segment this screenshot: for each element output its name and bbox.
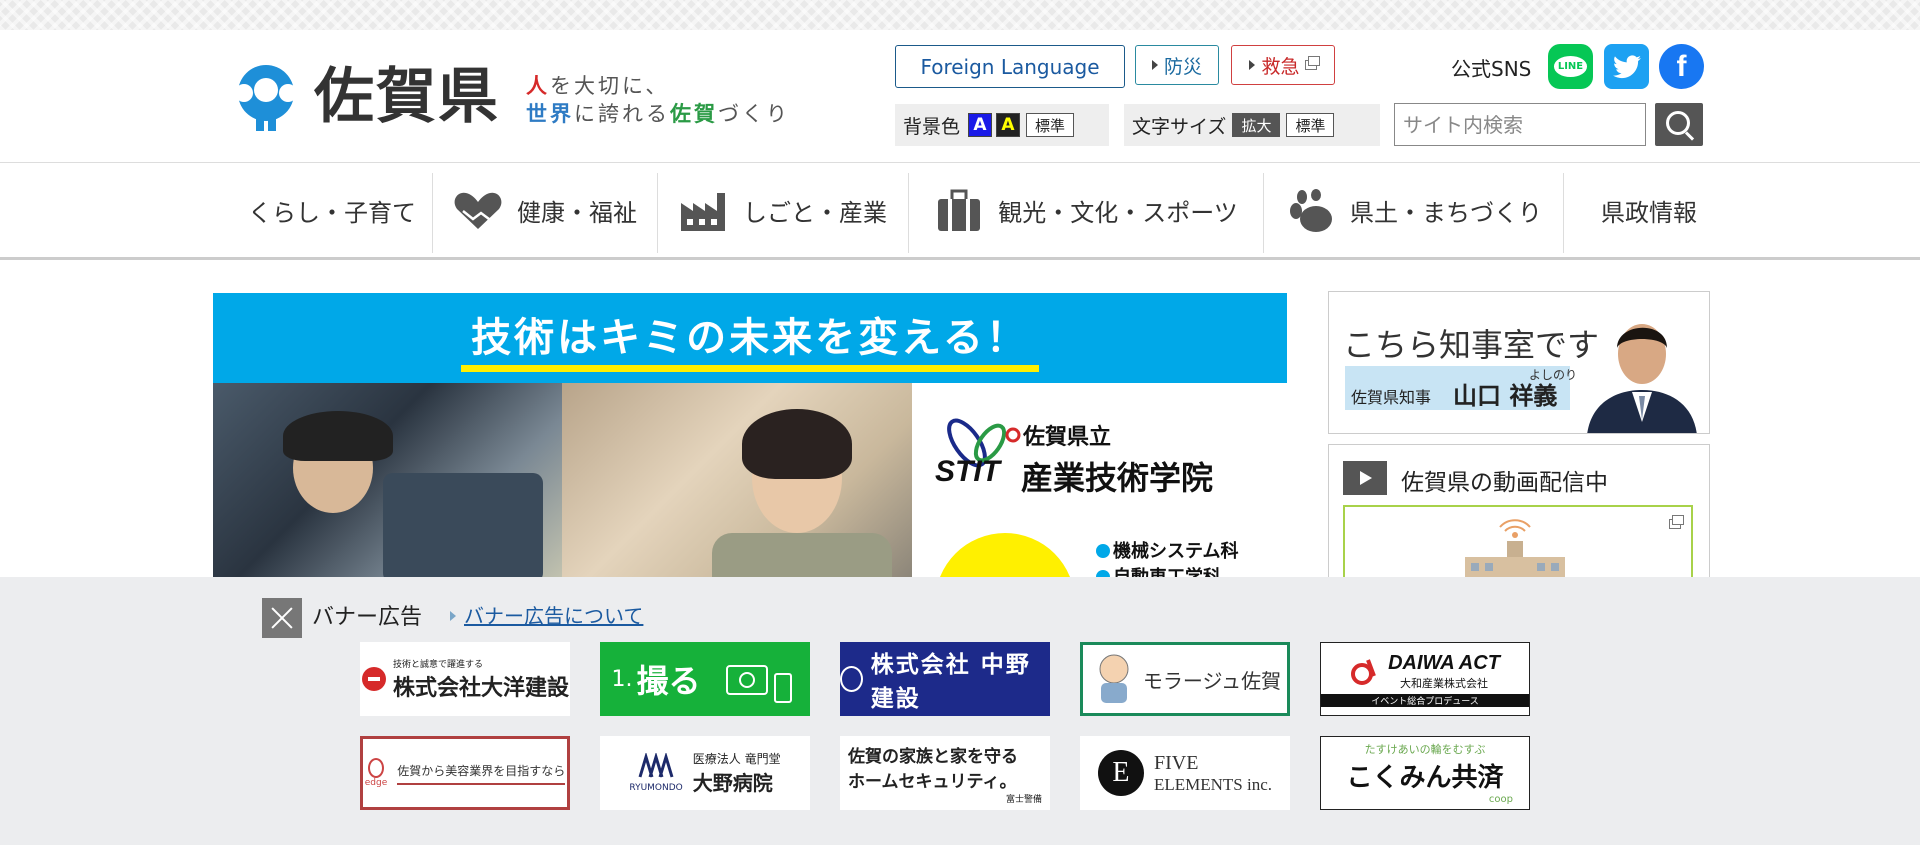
- footprint-icon: [1290, 188, 1332, 232]
- tagline: 人を大切に、 世界に誇れる佐賀づくり: [526, 74, 790, 126]
- daiwa-logo-icon: [1351, 659, 1376, 685]
- twitter-link[interactable]: [1604, 44, 1649, 89]
- edge-logo-icon: [367, 758, 384, 778]
- facebook-icon: f: [1676, 49, 1687, 83]
- ad-banner-mallage[interactable]: モラージュ佐賀: [1080, 642, 1290, 716]
- ad-banner-kokumin-kyosai[interactable]: たすけあいの輪をむすぶ こくみん共済 coop: [1320, 736, 1530, 810]
- top-pattern-strip: [0, 0, 1920, 30]
- ad-banner-taiyo[interactable]: 技術と誠意で躍進する 株式会社大洋建設: [360, 642, 570, 716]
- global-nav: くらし・子育て 健康・福祉 しごと・産業 観光・文化・スポーツ 県土・まちづくり…: [0, 162, 1920, 260]
- nav-item-shigoto[interactable]: しごと・産業: [659, 163, 907, 258]
- governor-card-title: こちら知事室です: [1343, 326, 1600, 364]
- line-link[interactable]: LINE: [1548, 44, 1593, 89]
- bg-standard-button[interactable]: 標準: [1026, 113, 1075, 137]
- facebook-link[interactable]: f: [1659, 44, 1704, 89]
- banner-headline: 技術はキミの未来を変える！: [461, 305, 1039, 372]
- ad-banner-fuji-security[interactable]: 佐賀の家族と家を守る ホームセキュリティ。 富士警備: [840, 736, 1050, 810]
- governor-role: 佐賀県知事: [1351, 388, 1432, 407]
- twitter-bird-icon: [1612, 54, 1641, 78]
- main-banner[interactable]: 技術はキミの未来を変える！ STIT 佐賀県立 産業技術学院 機械システム科 自…: [213, 293, 1287, 578]
- bg-black-option[interactable]: A: [996, 113, 1021, 137]
- foreign-language-button[interactable]: Foreign Language: [895, 45, 1125, 88]
- banner-subtitle: 佐賀県立: [1023, 425, 1112, 450]
- line-icon: LINE: [1553, 56, 1588, 77]
- ad-banner-nakano[interactable]: 株式会社 中野建設: [840, 642, 1050, 716]
- handshake-heart-icon: [454, 192, 502, 229]
- site-logo[interactable]: 佐賀県: [226, 62, 500, 132]
- search-button[interactable]: [1655, 103, 1703, 146]
- bg-blue-option[interactable]: A: [968, 113, 993, 137]
- decorative-circle: [935, 533, 1075, 578]
- course-item: 機械システム科: [1096, 537, 1238, 563]
- saga-emblem-icon: [235, 65, 297, 131]
- close-ad-button[interactable]: [262, 598, 302, 638]
- search-input[interactable]: [1394, 103, 1646, 146]
- nav-item-kurashi[interactable]: くらし・子育て: [232, 163, 432, 258]
- stit-text: STIT: [935, 455, 1000, 488]
- banner-photo-mechanic: [213, 383, 562, 578]
- nav-item-kendo[interactable]: 県土・まちづくり: [1265, 163, 1563, 258]
- suitcase-icon: [938, 189, 981, 231]
- font-enlarge-button[interactable]: 拡大: [1232, 113, 1281, 137]
- camera-phone-icon: [725, 665, 792, 703]
- font-size-switcher: 文字サイズ 拡大 標準: [1124, 104, 1380, 146]
- mascot-icon: [1099, 654, 1129, 703]
- nav-divider: [657, 173, 658, 253]
- ad-heading: バナー広告: [312, 605, 423, 630]
- video-channel-card[interactable]: 佐賀県の動画配信中: [1328, 444, 1710, 594]
- font-size-label: 文字サイズ: [1132, 115, 1227, 138]
- ad-banner-ono-hospital[interactable]: RYUMONDO 医療法人 竜門堂 大野病院: [600, 736, 810, 810]
- banner-headline-bar: 技術はキミの未来を変える！: [213, 293, 1287, 383]
- ad-banner-edge[interactable]: edge 佐賀から美容業界を目指すなら: [360, 736, 570, 810]
- nav-divider: [908, 173, 909, 253]
- nav-item-kensei[interactable]: 県政情報: [1565, 163, 1733, 258]
- triangle-right-icon: [1151, 60, 1158, 70]
- nakano-logo-icon: [840, 666, 863, 692]
- factory-icon: [681, 192, 725, 231]
- emergency-button[interactable]: 救急: [1231, 45, 1335, 85]
- banner-title: 産業技術学院: [1021, 459, 1214, 497]
- background-color-switcher: 背景色 A A 標準: [895, 104, 1109, 146]
- logo-text: 佐賀県: [314, 62, 500, 132]
- nav-divider: [1263, 173, 1264, 253]
- governor-office-card[interactable]: こちら知事室です 佐賀県知事 よしのり 山口 祥義: [1328, 291, 1710, 434]
- banner-photo-student: [562, 383, 912, 578]
- triangle-right-icon: [1249, 60, 1256, 70]
- video-icon: [1343, 461, 1387, 495]
- ad-banner-five-elements[interactable]: E FIVE ELEMENTS inc.: [1080, 736, 1290, 810]
- video-card-title: 佐賀県の動画配信中: [1401, 470, 1608, 496]
- font-standard-button[interactable]: 標準: [1286, 113, 1335, 137]
- ryumondo-logo-icon: [638, 751, 674, 778]
- external-window-icon: [1304, 56, 1320, 70]
- course-item: 自動車工学科: [1096, 563, 1221, 578]
- ad-banner-toru[interactable]: 1. 撮る: [600, 642, 810, 716]
- nav-divider: [1563, 173, 1564, 253]
- governor-name: 山口 祥義: [1453, 382, 1558, 410]
- background-color-label: 背景色: [903, 115, 961, 138]
- ad-banner-daiwa[interactable]: DAIWA ACT 大和産業株式会社 イベント総合プロデュース: [1320, 642, 1530, 716]
- nav-item-kenko[interactable]: 健康・福祉: [434, 163, 656, 258]
- governor-photo: [1587, 324, 1697, 433]
- sns-label: 公式SNS: [1451, 57, 1532, 81]
- nav-item-kanko[interactable]: 観光・文化・スポーツ: [910, 163, 1262, 258]
- external-window-icon: [1669, 515, 1684, 529]
- five-elements-logo-icon: E: [1097, 750, 1144, 796]
- taiyo-logo-icon: [361, 667, 386, 691]
- ad-about-link[interactable]: バナー広告について: [450, 600, 643, 629]
- nav-divider: [432, 173, 433, 253]
- disaster-prevention-button[interactable]: 防災: [1135, 45, 1219, 85]
